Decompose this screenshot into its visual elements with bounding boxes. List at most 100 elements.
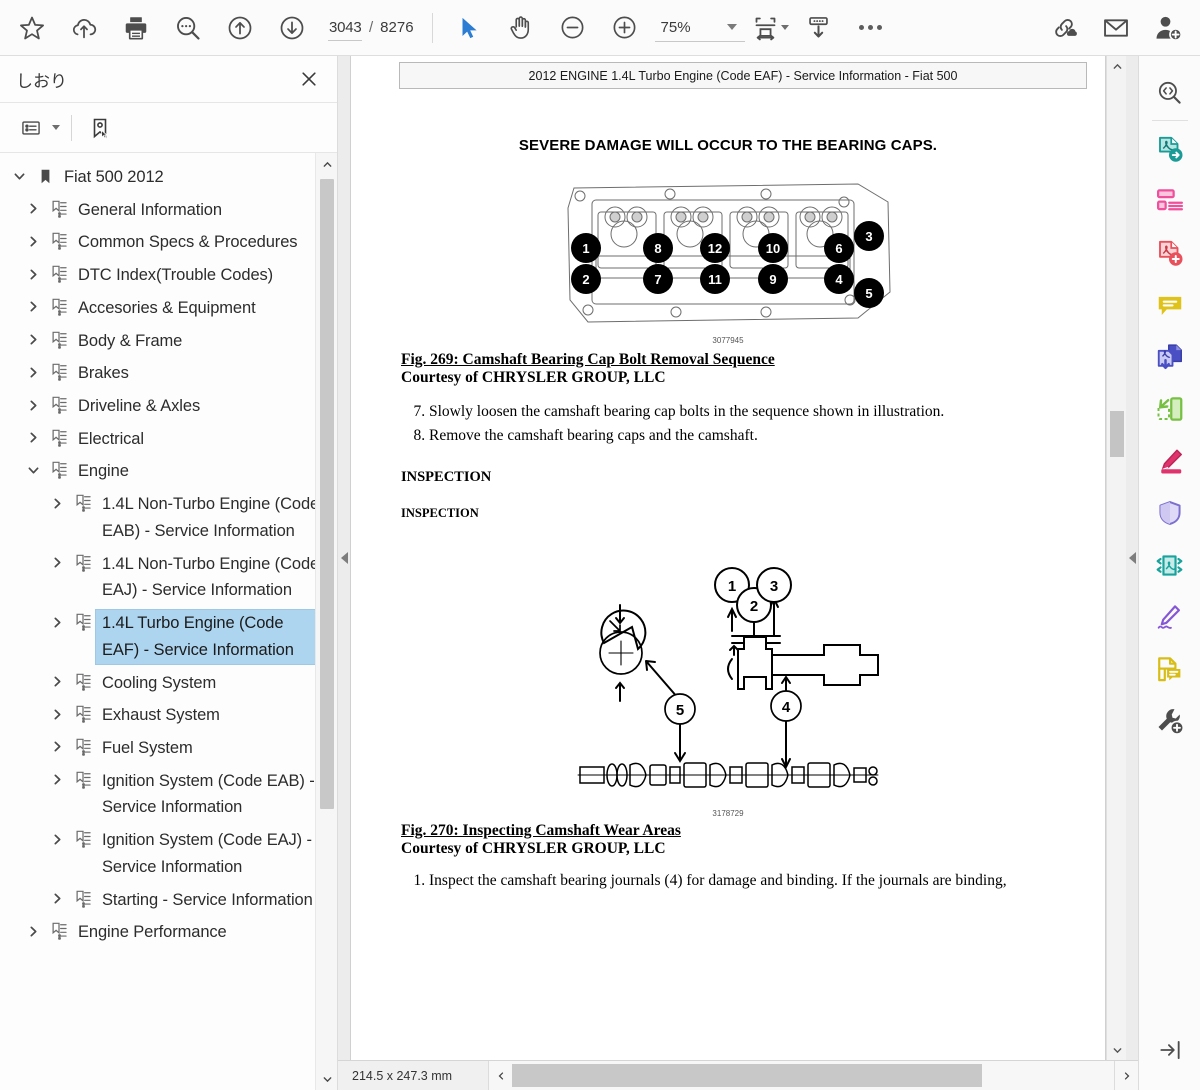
highlight-icon[interactable] [1146, 435, 1194, 487]
add-user-icon[interactable] [1142, 3, 1194, 53]
chevron-right-icon[interactable] [44, 887, 70, 911]
bookmark-item[interactable]: DTC Index(Trouble Codes) [0, 259, 337, 292]
bookmark-select-icon[interactable] [83, 111, 117, 145]
extract-page-icon[interactable] [1146, 383, 1194, 435]
tools-add-icon[interactable] [1146, 695, 1194, 747]
print-icon[interactable] [110, 3, 162, 53]
bookmark-item[interactable]: Engine Performance [0, 916, 337, 949]
horizontal-scroll-track[interactable] [512, 1061, 1114, 1090]
zoom-level-control[interactable]: 75% [654, 14, 745, 42]
bookmark-item[interactable]: Electrical [0, 423, 337, 456]
chevron-right-icon[interactable] [20, 426, 46, 450]
save-download-icon[interactable] [793, 3, 845, 53]
scroll-left-icon[interactable] [488, 1061, 512, 1090]
list-item: Inspect the camshaft bearing journals (4… [429, 870, 1105, 891]
sidebar-scroll-thumb[interactable] [320, 179, 334, 809]
chevron-right-icon[interactable] [20, 328, 46, 352]
chevron-right-icon[interactable] [44, 491, 70, 515]
chevron-right-icon[interactable] [44, 551, 70, 575]
horizontal-scroll-thumb[interactable] [512, 1064, 982, 1087]
bookmark-item[interactable]: Ignition System (Code EAJ) - Service Inf… [0, 824, 337, 883]
page-number-input[interactable] [328, 14, 362, 41]
bookmark-item[interactable]: 1.4L Non-Turbo Engine (Code EAB) - Servi… [0, 488, 337, 547]
bookmark-item-label: DTC Index(Trouble Codes) [78, 266, 274, 285]
chapter-icon [46, 295, 72, 319]
select-tool-icon[interactable] [443, 3, 495, 53]
chevron-right-icon[interactable] [20, 393, 46, 417]
bookmark-item[interactable]: Body & Frame [0, 325, 337, 358]
search-icon[interactable] [162, 3, 214, 53]
send-mail-icon[interactable] [1090, 3, 1142, 53]
bookmark-item[interactable]: Engine [0, 455, 337, 488]
page-layout-icon[interactable] [1146, 175, 1194, 227]
svg-text:9: 9 [769, 272, 776, 287]
chevron-right-icon[interactable] [20, 295, 46, 319]
bookmark-item[interactable]: 1.4L Turbo Engine (Code EAF) - Service I… [0, 607, 337, 666]
sidebar-scrollbar[interactable] [315, 153, 337, 1090]
next-page-icon[interactable] [266, 3, 318, 53]
bookmark-item[interactable]: Driveline & Axles [0, 390, 337, 423]
scroll-right-icon[interactable] [1114, 1061, 1138, 1090]
chapter-icon [46, 426, 72, 450]
compress-pdf-icon[interactable] [1146, 539, 1194, 591]
hand-tool-icon[interactable] [495, 3, 547, 53]
chevron-right-icon[interactable] [44, 735, 70, 759]
chevron-down-icon[interactable] [781, 25, 790, 30]
collapse-sidebar-handle[interactable] [338, 56, 350, 1060]
doc-scroll-thumb[interactable] [1110, 411, 1124, 457]
close-icon[interactable] [295, 65, 323, 93]
zoom-in-icon[interactable] [599, 3, 651, 53]
pdf-add-icon[interactable] [1146, 227, 1194, 279]
bookmark-item[interactable]: Exhaust System [0, 699, 337, 732]
bookmark-item[interactable]: Fuel System [0, 732, 337, 765]
bookmark-item[interactable]: Fiat 500 2012 [0, 161, 337, 194]
bookmark-item[interactable]: Common Specs & Procedures [0, 226, 337, 259]
bookmark-item[interactable]: 1.4L Non-Turbo Engine (Code EAJ) - Servi… [0, 548, 337, 607]
fit-page-icon[interactable] [749, 3, 793, 53]
document-vertical-scrollbar[interactable] [1106, 56, 1126, 1060]
more-options-icon[interactable] [845, 3, 897, 53]
chevron-right-icon[interactable] [20, 919, 46, 943]
collapse-rail-handle[interactable] [1126, 56, 1138, 1060]
bookmark-item-label: 1.4L Turbo Engine (Code EAF) - Service I… [96, 610, 321, 664]
share-link-icon[interactable] [1038, 3, 1090, 53]
upload-cloud-icon[interactable] [58, 3, 110, 53]
chevron-right-icon[interactable] [20, 262, 46, 286]
doc-scroll-down-icon[interactable] [1107, 1040, 1127, 1060]
chevron-right-icon[interactable] [20, 360, 46, 384]
pdf-convert-icon[interactable] [1146, 123, 1194, 175]
bookmark-item[interactable]: General Information [0, 194, 337, 227]
pdf-page[interactable]: 2012 ENGINE 1.4L Turbo Engine (Code EAF)… [350, 56, 1106, 1060]
chevron-right-icon[interactable] [44, 827, 70, 851]
list-options-icon[interactable] [14, 111, 48, 145]
sign-icon[interactable] [1146, 591, 1194, 643]
scroll-down-icon[interactable] [316, 1068, 337, 1090]
chevron-down-icon[interactable] [726, 24, 737, 30]
collapse-rail-icon[interactable] [1146, 1024, 1194, 1076]
doc-scroll-up-icon[interactable] [1107, 56, 1127, 76]
bookmark-item[interactable]: Ignition System (Code EAB) - Service Inf… [0, 765, 337, 824]
chevron-down-icon[interactable] [20, 458, 46, 482]
bookmark-item[interactable]: Starting - Service Information [0, 884, 337, 917]
zoom-out-icon[interactable] [547, 3, 599, 53]
chevron-right-icon[interactable] [20, 197, 46, 221]
chevron-down-icon[interactable] [6, 164, 32, 188]
bookmark-item[interactable]: Brakes [0, 357, 337, 390]
bookmark-item[interactable]: Cooling System [0, 667, 337, 700]
chevron-down-icon[interactable] [52, 125, 60, 130]
search-document-icon[interactable] [1146, 66, 1194, 118]
chevron-right-icon[interactable] [44, 702, 70, 726]
figure-270-caption: Fig. 270: Inspecting Camshaft Wear Areas… [401, 822, 1105, 858]
chevron-right-icon[interactable] [44, 610, 70, 634]
chevron-right-icon[interactable] [44, 670, 70, 694]
star-favorite-icon[interactable] [6, 3, 58, 53]
chevron-right-icon[interactable] [44, 768, 70, 792]
page-note-icon[interactable] [1146, 643, 1194, 695]
scroll-up-icon[interactable] [316, 153, 337, 175]
previous-page-icon[interactable] [214, 3, 266, 53]
comment-icon[interactable] [1146, 279, 1194, 331]
protect-icon[interactable] [1146, 487, 1194, 539]
pdf-download-icon[interactable] [1146, 331, 1194, 383]
bookmark-item[interactable]: Accesories & Equipment [0, 292, 337, 325]
chevron-right-icon[interactable] [20, 229, 46, 253]
